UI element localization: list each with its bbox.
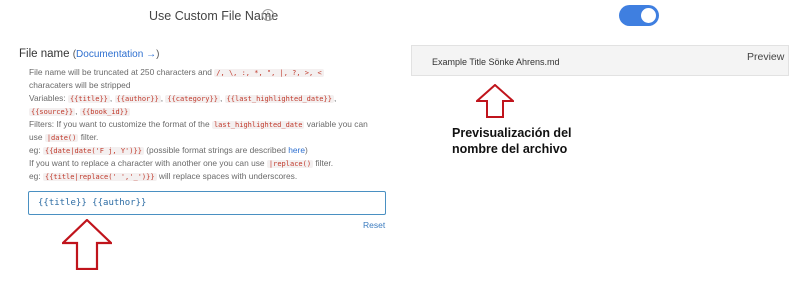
variable-token: {{book_id}} — [79, 108, 131, 116]
up-arrow-icon — [476, 84, 514, 118]
reset-link[interactable]: Reset — [363, 220, 385, 230]
eg-label: eg: — [29, 145, 41, 155]
preview-file-name: Example Title Sönke Ahrens.md — [432, 57, 560, 67]
info-icon[interactable]: i — [262, 9, 274, 21]
filters-text: Filters: If you want to customize the fo… — [29, 119, 210, 129]
help-line-use-date: use |date() filter. — [29, 131, 389, 144]
variable-token: {{last_highlighted_date}} — [224, 95, 334, 103]
file-name-label: File name — [19, 48, 70, 60]
help-line-replace: If you want to replace a character with … — [29, 157, 389, 170]
date-desc-text: (possible format strings are described — [146, 145, 286, 155]
replace-desc-text: will replace spaces with underscores. — [158, 171, 298, 181]
preview-annotation: Previsualización del nombre del archivo — [452, 125, 622, 157]
filters-token: last_highlighted_date — [211, 121, 305, 129]
replace-text-end: filter. — [315, 158, 334, 168]
date-filter-token: |date() — [44, 134, 79, 142]
file-name-heading: File name (Documentation →) — [19, 48, 159, 60]
annotation-line-1: Previsualización del — [452, 126, 572, 140]
replace-text: If you want to replace a character with … — [29, 158, 265, 168]
variable-token: {{title}} — [67, 95, 110, 103]
annotation-line-2: nombre del archivo — [452, 142, 568, 156]
paren-close: ) — [156, 49, 160, 60]
use-text: use — [29, 132, 43, 142]
replace-filter-token: |replace() — [266, 160, 314, 168]
help-line-variables: Variables: {{title}}, {{author}}, {{cate… — [29, 93, 337, 103]
help-line-filters: Filters: If you want to customize the fo… — [29, 118, 389, 131]
stripped-chars-token: /, \, :, *, ", |, ?, >, < — [214, 69, 324, 77]
file-name-template-input[interactable]: {{title}} {{author}} — [28, 191, 386, 215]
variable-token: {{source}} — [29, 108, 76, 116]
replace-example-token: {{title|replace(' ','_')}} — [42, 173, 157, 181]
date-desc-close: ) — [305, 145, 308, 155]
filters-text-end: variable you can — [306, 119, 368, 129]
up-arrow-icon — [62, 219, 112, 270]
help-line-variables-2: {{source}}, {{book_id}} — [29, 106, 131, 116]
help-line-stripped: characaters will be stripped — [29, 79, 389, 92]
help-truncate-text: File name will be truncated at 250 chara… — [29, 67, 212, 77]
variables-label: Variables: — [29, 93, 66, 103]
variable-token: {{author}} — [114, 95, 161, 103]
date-example-token: {{date|date('F j, Y')}} — [42, 147, 144, 155]
documentation-link[interactable]: Documentation → — [76, 49, 156, 60]
help-line-truncate: File name will be truncated at 250 chara… — [29, 66, 389, 79]
preview-box: Example Title Sönke Ahrens.md — [411, 45, 789, 76]
use-text-end: filter. — [80, 132, 99, 142]
custom-file-name-label: Use Custom File Name — [149, 9, 279, 23]
help-line-date-example: eg: {{date|date('F j, Y')}} (possible fo… — [29, 144, 389, 157]
eg-label: eg: — [29, 171, 41, 181]
preview-label: Preview — [747, 51, 785, 63]
help-stripped-text: characaters will be stripped — [29, 80, 131, 90]
help-text: File name will be truncated at 250 chara… — [29, 66, 389, 183]
variable-token: {{category}} — [165, 95, 220, 103]
custom-file-name-toggle[interactable] — [619, 5, 659, 26]
here-link[interactable]: here — [288, 145, 305, 155]
toggle-knob — [641, 8, 656, 23]
help-line-replace-example: eg: {{title|replace(' ','_')}} will repl… — [29, 170, 389, 183]
custom-file-name-row: Use Custom File Name i — [0, 0, 800, 34]
